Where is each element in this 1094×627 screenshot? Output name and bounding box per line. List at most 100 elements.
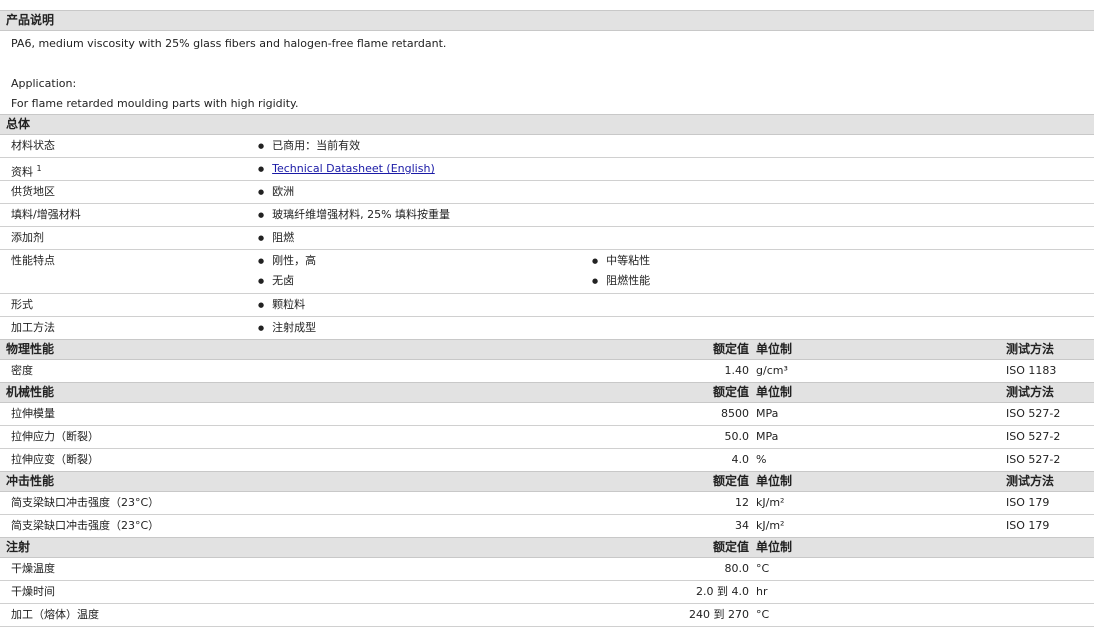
row-label: 形式 — [11, 298, 33, 311]
section-title: 物理性能 — [6, 342, 55, 356]
row-value: 4.0 — [731, 453, 750, 466]
row-label: 干燥温度 — [11, 562, 55, 575]
row-label: 拉伸应力（断裂） — [11, 430, 99, 443]
application-label: Application: — [11, 77, 77, 90]
col-header-unit: 单位制 — [756, 342, 793, 356]
row-value: 2.0 到 4.0 — [696, 585, 749, 598]
row-label: 资料 1 — [11, 158, 42, 184]
row-unit: MPa — [756, 430, 779, 443]
row-unit: °C — [756, 608, 770, 621]
row-value: 注射成型 — [258, 317, 316, 339]
table-row: 拉伸应变（断裂） 4.0% ISO 527-2 — [0, 449, 1094, 471]
row-label: 拉伸应变（断裂） — [11, 453, 99, 466]
table-row: 干燥时间 2.0 到 4.0 hr — [0, 581, 1094, 604]
section-title: 冲击性能 — [6, 474, 55, 488]
row-label: 性能特点 — [11, 254, 55, 267]
row-value: 240 到 270 — [689, 608, 749, 621]
table-row: 加工方法 注射成型 — [0, 317, 1094, 339]
row-value: 欧洲 — [258, 181, 294, 203]
table-row: 形式 颗粒料 — [0, 294, 1094, 317]
row-value: 1.40 — [724, 364, 750, 377]
row-value: 已商用：当前有效 — [258, 135, 360, 157]
col-header-method: 测试方法 — [1006, 342, 1055, 356]
row-value: 无卤 — [258, 270, 294, 292]
row-method: ISO 527-2 — [1006, 430, 1061, 443]
row-method: ISO 179 — [1006, 519, 1050, 532]
col-header-value: 额定值 — [712, 540, 749, 554]
col-header-unit: 单位制 — [756, 385, 793, 399]
table-row: 简支梁缺口冲击强度（23°C） 12 kJ/m² ISO 179 — [0, 492, 1094, 515]
table-row: 资料 1 Technical Datasheet (English) — [0, 158, 1094, 181]
row-label: 简支梁缺口冲击强度（23°C） — [11, 519, 160, 532]
datasheet: 产品说明 PA6, medium viscosity with 25% glas… — [0, 0, 1094, 627]
table-row: 干燥温度 80.0 °C — [0, 558, 1094, 581]
section-header-impact: 冲击性能 额定值 单位制 测试方法 — [0, 471, 1094, 492]
section-title: 总体 — [6, 117, 31, 131]
section-header-general: 总体 — [0, 114, 1094, 135]
section-header-description: 产品说明 — [0, 10, 1094, 31]
table-row: 填料/增强材料 玻璃纤维增强材料, 25% 填料按重量 — [0, 204, 1094, 227]
table-row: 材料状态 已商用：当前有效 — [0, 135, 1094, 158]
row-label: 密度 — [11, 364, 33, 377]
label-text: 资料 — [11, 165, 33, 179]
row-method: ISO 527-2 — [1006, 453, 1061, 466]
product-description: PA6, medium viscosity with 25% glass fib… — [0, 31, 1094, 114]
table-row: 添加剂 阻燃 — [0, 227, 1094, 250]
section-title: 产品说明 — [6, 13, 55, 27]
row-value: 刚性，高 — [258, 250, 316, 272]
row-label: 供货地区 — [11, 185, 55, 198]
section-title: 注射 — [6, 540, 31, 554]
row-method: ISO 527-2 — [1006, 407, 1061, 420]
row-unit: g/cm³ — [756, 364, 788, 377]
row-value: 34 — [735, 519, 749, 532]
row-value: 玻璃纤维增强材料, 25% 填料按重量 — [258, 204, 450, 226]
row-label: 加工（熔体）温度 — [11, 608, 99, 621]
application-text: For flame retarded moulding parts with h… — [11, 97, 299, 110]
row-value: 阻燃 — [258, 227, 294, 249]
col-header-method: 测试方法 — [1006, 474, 1055, 488]
row-value: 中等粘性 — [592, 250, 650, 272]
row-label: 加工方法 — [11, 321, 55, 334]
row-unit: hr — [756, 585, 768, 598]
col-header-unit: 单位制 — [756, 474, 793, 488]
row-label: 拉伸模量 — [11, 407, 55, 420]
row-label: 填料/增强材料 — [11, 208, 81, 221]
row-unit: °C — [756, 562, 770, 575]
row-label: 材料状态 — [11, 139, 55, 152]
row-value: 50.0 — [724, 430, 750, 443]
row-label: 干燥时间 — [11, 585, 55, 598]
section-header-physical: 物理性能 额定值 单位制 测试方法 — [0, 339, 1094, 360]
section-header-mechanical: 机械性能 额定值 单位制 测试方法 — [0, 382, 1094, 403]
row-value: 8500 — [721, 407, 749, 420]
row-value: 80.0 — [724, 562, 750, 575]
table-row: 密度 1.40 g/cm³ ISO 1183 — [0, 360, 1094, 382]
row-unit: MPa — [756, 407, 779, 420]
table-row: 简支梁缺口冲击强度（23°C） 34 kJ/m² ISO 179 — [0, 515, 1094, 537]
col-header-value: 额定值 — [712, 474, 749, 488]
table-row: 拉伸应力（断裂） 50.0 MPa ISO 527-2 — [0, 426, 1094, 449]
section-title: 机械性能 — [6, 385, 55, 399]
table-row: 供货地区 欧洲 — [0, 181, 1094, 204]
row-value: 颗粒料 — [258, 294, 305, 316]
row-value: 12 — [735, 496, 749, 509]
row-label: 简支梁缺口冲击强度（23°C） — [11, 496, 160, 509]
col-header-unit: 单位制 — [756, 540, 793, 554]
row-unit: % — [756, 453, 767, 466]
table-row: 拉伸模量 8500 MPa ISO 527-2 — [0, 403, 1094, 426]
table-row: 加工（熔体）温度 240 到 270 °C — [0, 604, 1094, 627]
row-method: ISO 1183 — [1006, 364, 1057, 377]
col-header-value: 额定值 — [712, 342, 749, 356]
col-header-method: 测试方法 — [1006, 385, 1055, 399]
row-method: ISO 179 — [1006, 496, 1050, 509]
row-unit: kJ/m² — [756, 496, 785, 509]
datasheet-link[interactable]: Technical Datasheet (English) — [272, 162, 435, 175]
col-header-value: 额定值 — [712, 385, 749, 399]
description-text: PA6, medium viscosity with 25% glass fib… — [11, 37, 447, 50]
row-value: Technical Datasheet (English) — [258, 158, 435, 180]
footnote-marker: 1 — [36, 164, 42, 173]
table-row: 性能特点 刚性，高 中等粘性 无卤 阻燃性能 — [0, 250, 1094, 294]
row-unit: kJ/m² — [756, 519, 785, 532]
section-header-injection: 注射 额定值 单位制 — [0, 537, 1094, 558]
row-value: 阻燃性能 — [592, 270, 650, 292]
row-label: 添加剂 — [11, 231, 44, 244]
